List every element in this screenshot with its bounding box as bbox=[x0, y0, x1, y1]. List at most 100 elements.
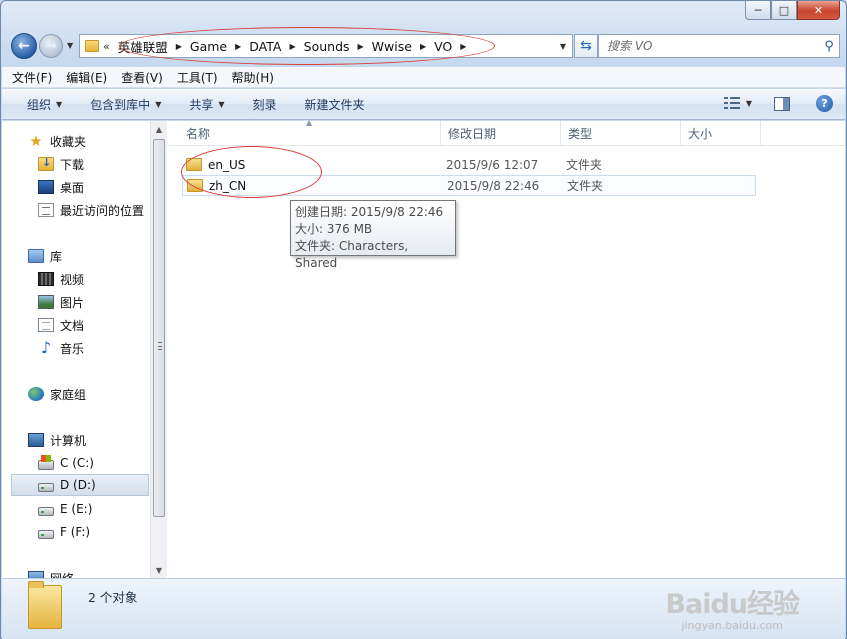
menu-help[interactable]: 帮助(H) bbox=[232, 69, 274, 86]
nav-label: 音乐 bbox=[60, 341, 85, 356]
folder-icon bbox=[28, 581, 62, 629]
minimize-button[interactable]: ─ bbox=[745, 1, 771, 20]
table-row[interactable]: zh_CN 2015/9/8 22:46 文件夹 bbox=[182, 175, 756, 196]
column-modified[interactable]: 修改日期 bbox=[441, 121, 561, 146]
nav-music[interactable]: ♪ 音乐 bbox=[38, 337, 148, 359]
nav-network[interactable]: 网络 bbox=[28, 567, 148, 578]
tooltip-folders: 文件夹: Characters, Shared bbox=[295, 239, 409, 270]
breadcrumb-separator-icon[interactable]: ▶ bbox=[285, 42, 299, 51]
breadcrumb-item[interactable]: 英雄联盟 bbox=[114, 37, 172, 56]
recent-pages-dropdown[interactable]: ▼ bbox=[67, 41, 73, 50]
help-icon[interactable]: ? bbox=[816, 95, 833, 112]
search-box[interactable]: ⚲ bbox=[598, 34, 840, 58]
downloads-folder-icon bbox=[38, 156, 54, 171]
video-icon bbox=[38, 272, 54, 286]
menu-tools[interactable]: 工具(T) bbox=[177, 69, 218, 86]
overflow-chevron[interactable]: « bbox=[103, 40, 110, 53]
breadcrumb-separator-icon[interactable]: ▶ bbox=[231, 42, 245, 51]
back-button[interactable]: ← bbox=[11, 33, 37, 59]
watermark: Baidu经验 jingyan.baidu.com bbox=[665, 582, 800, 632]
computer-icon bbox=[28, 433, 44, 447]
breadcrumb-item[interactable]: DATA bbox=[245, 39, 285, 54]
organize-button[interactable]: 组织 ▼ bbox=[27, 96, 62, 113]
table-row[interactable]: en_US 2015/9/6 12:07 文件夹 bbox=[182, 154, 756, 175]
breadcrumb-item[interactable]: VO bbox=[430, 39, 456, 54]
column-type[interactable]: 类型 bbox=[561, 121, 681, 146]
view-options-dropdown[interactable]: ▼ bbox=[746, 99, 752, 108]
nav-label: 最近访问的位置 bbox=[60, 203, 145, 218]
column-type-label: 类型 bbox=[568, 127, 593, 141]
breadcrumb-item[interactable]: Game bbox=[186, 39, 231, 54]
view-controls: ▼ ? bbox=[723, 95, 833, 112]
address-dropdown[interactable]: ▼ bbox=[560, 42, 566, 51]
organize-label: 组织 bbox=[27, 97, 52, 112]
new-folder-button[interactable]: 新建文件夹 bbox=[305, 96, 365, 113]
nav-homegroup[interactable]: 家庭组 bbox=[28, 383, 148, 405]
nav-label: 收藏夹 bbox=[50, 134, 87, 149]
scroll-up-icon[interactable]: ▲ bbox=[151, 121, 167, 137]
file-name: en_US bbox=[208, 157, 246, 172]
nav-drive-f[interactable]: F (F:) bbox=[38, 521, 148, 543]
nav-label: F (F:) bbox=[60, 525, 91, 539]
system-drive-icon bbox=[38, 454, 54, 470]
navpane-scrollbar[interactable]: ▲ ▼ bbox=[150, 121, 167, 578]
nav-videos[interactable]: 视频 bbox=[38, 268, 148, 290]
folder-icon bbox=[85, 40, 99, 52]
breadcrumb-item[interactable]: Sounds bbox=[300, 39, 354, 54]
breadcrumb-separator-icon[interactable]: ▶ bbox=[354, 42, 368, 51]
preview-pane-icon[interactable] bbox=[774, 96, 790, 111]
folder-icon bbox=[187, 179, 203, 192]
navigation-row: ← → ▼ « 英雄联盟 ▶ Game ▶ DATA ▶ Sounds ▶ Wwise ▶… bbox=[9, 27, 840, 65]
close-button[interactable]: ✕ bbox=[797, 1, 840, 20]
search-input[interactable] bbox=[599, 39, 819, 53]
drive-icon bbox=[38, 529, 54, 539]
breadcrumb-separator-icon[interactable]: ▶ bbox=[416, 42, 430, 51]
watermark-url: jingyan.baidu.com bbox=[681, 619, 783, 632]
details-view-icon[interactable] bbox=[723, 96, 740, 111]
network-icon bbox=[28, 571, 44, 578]
nav-pictures[interactable]: 图片 bbox=[38, 291, 148, 313]
breadcrumb-item[interactable]: Wwise bbox=[368, 39, 416, 54]
watermark-logo: Baidu经验 bbox=[665, 589, 800, 620]
nav-drive-e[interactable]: E (E:) bbox=[38, 498, 148, 520]
refresh-icon[interactable]: ⇆ bbox=[574, 34, 598, 58]
details-pane: 2 个对象 Baidu经验 jingyan.baidu.com bbox=[2, 578, 845, 639]
forward-button[interactable]: → bbox=[39, 34, 63, 58]
nav-drive-d[interactable]: D (D:) bbox=[11, 474, 149, 496]
nav-label: 视频 bbox=[60, 272, 85, 287]
column-name[interactable]: 名称 bbox=[179, 121, 441, 146]
nav-label: D (D:) bbox=[60, 478, 96, 492]
scroll-down-icon[interactable]: ▼ bbox=[151, 562, 167, 578]
nav-documents[interactable]: 文档 bbox=[38, 314, 148, 336]
nav-favorites[interactable]: ★ 收藏夹 bbox=[28, 130, 148, 152]
address-bar[interactable]: « 英雄联盟 ▶ Game ▶ DATA ▶ Sounds ▶ Wwise ▶ VO ▶ ▼ bbox=[79, 27, 573, 65]
maximize-button[interactable]: □ bbox=[771, 1, 797, 20]
search-icon[interactable]: ⚲ bbox=[819, 39, 839, 54]
menu-edit[interactable]: 编辑(E) bbox=[66, 69, 107, 86]
menu-view[interactable]: 查看(V) bbox=[121, 69, 163, 86]
nav-downloads[interactable]: 下载 bbox=[38, 153, 148, 175]
explorer-window: ─ □ ✕ ← → ▼ « 英雄联盟 ▶ Game ▶ DATA ▶ Sounds ▶ … bbox=[0, 0, 847, 639]
column-size[interactable]: 大小 bbox=[681, 121, 761, 146]
drive-icon bbox=[38, 482, 54, 492]
include-in-library-button[interactable]: 包含到库中 ▼ bbox=[90, 96, 161, 113]
file-list-pane: ▲ 名称 修改日期 类型 大小 en_US 2015/9/6 12:07 文件夹… bbox=[167, 118, 845, 578]
nav-desktop[interactable]: 桌面 bbox=[38, 176, 148, 198]
pictures-icon bbox=[38, 295, 54, 309]
nav-label: 图片 bbox=[60, 295, 85, 310]
desktop-icon bbox=[38, 180, 54, 194]
share-button[interactable]: 共享 ▼ bbox=[189, 96, 224, 113]
menu-file[interactable]: 文件(F) bbox=[12, 69, 52, 86]
nav-label: 网络 bbox=[50, 570, 74, 579]
breadcrumb-separator-icon[interactable]: ▶ bbox=[172, 42, 186, 51]
scrollbar-thumb[interactable] bbox=[153, 139, 165, 517]
breadcrumb-separator-icon[interactable]: ▶ bbox=[456, 42, 470, 51]
nav-libraries[interactable]: 库 bbox=[28, 245, 148, 267]
nav-recent-places[interactable]: 最近访问的位置 bbox=[38, 199, 150, 221]
nav-computer[interactable]: 计算机 bbox=[28, 429, 148, 451]
nav-label: E (E:) bbox=[60, 502, 93, 516]
nav-label: C (C:) bbox=[60, 456, 94, 470]
nav-drive-c[interactable]: C (C:) bbox=[38, 452, 148, 474]
burn-button[interactable]: 刻录 bbox=[253, 96, 277, 113]
command-bar: 组织 ▼ 包含到库中 ▼ 共享 ▼ 刻录 新建文件夹 ▼ ? bbox=[2, 89, 845, 120]
